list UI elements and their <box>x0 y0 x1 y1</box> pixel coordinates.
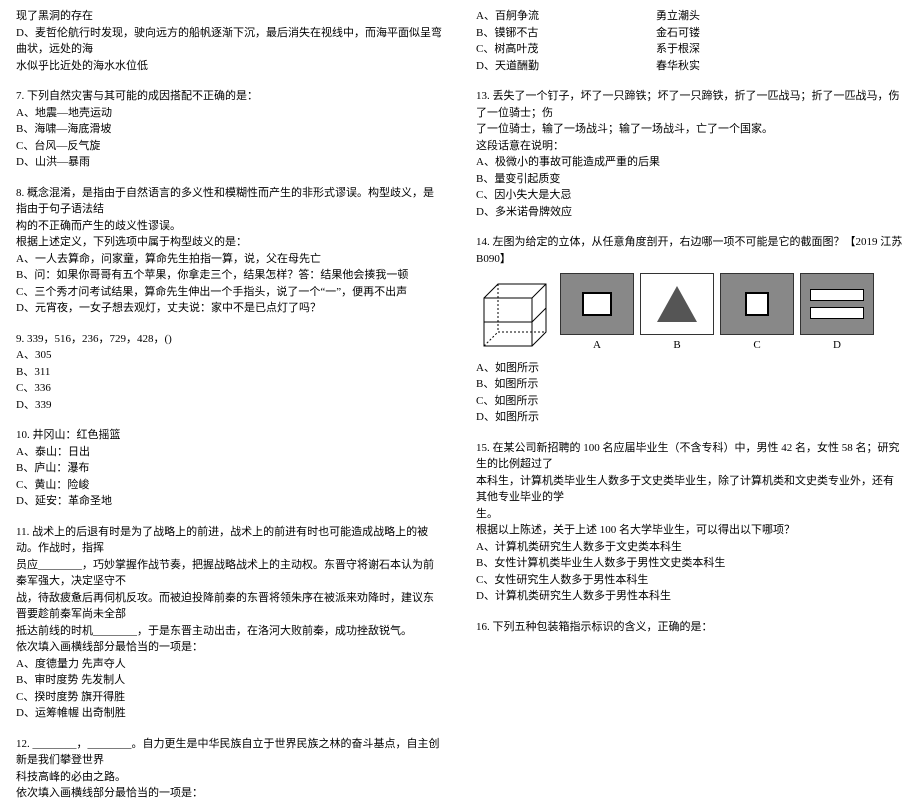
q12-options: A、百舸争流 勇立潮头 B、镆铘不古 金石可镂 C、树高叶茂 系于根深 D、天道… <box>476 8 904 74</box>
option: A、极微小的事故可能造成严重的后果 <box>476 154 904 171</box>
question-stem: 根据以上陈述，关于上述 100 名大学毕业生，可以得出以下哪项？ <box>476 522 904 539</box>
option: A、一人去算命，问家童，算命先生拍指一算，说，父在母先亡 <box>16 251 444 268</box>
option: B、镆铘不古 <box>476 25 656 42</box>
option: D、如图所示 <box>476 409 904 426</box>
option: 勇立潮头 <box>656 8 836 25</box>
q6-tail: 现了黑洞的存在 D、麦哲伦航行时发现，驶向远方的船帆逐渐下沉，最后消失在视线中，… <box>16 8 444 74</box>
option: 金石可镂 <box>656 25 836 42</box>
q7: 7. 下列自然灾害与其可能的成因搭配不正确的是： A、地震—地壳运动 B、海啸—… <box>16 88 444 171</box>
option: B、女性计算机类毕业生人数多于男性文史类本科生 <box>476 555 904 572</box>
figure-option-c: C <box>720 273 794 354</box>
q16: 16. 下列五种包装箱指示标识的含义，正确的是： <box>476 619 904 636</box>
question-stem: 本科生，计算机类毕业生人数多于文史类毕业生，除了计算机类和文史类专业外，还有其他… <box>476 473 904 506</box>
question-stem: 依次填入画横线部分最恰当的一项是： <box>16 639 444 656</box>
question-stem: 构的不正确而产生的歧义性谬误。 <box>16 218 444 235</box>
option: B、问：如果你哥哥有五个苹果，你拿走三个，结果怎样？答：结果他会揍我一顿 <box>16 267 444 284</box>
option: B、如图所示 <box>476 376 904 393</box>
option: C、因小失大是大忌 <box>476 187 904 204</box>
question-stem: 这段话意在说明： <box>476 138 904 155</box>
option: 春华秋实 <box>656 58 836 75</box>
q14: 14. 左图为给定的立体，从任意角度剖开，右边哪一项不可能是它的截面图？【201… <box>476 234 904 426</box>
question-stem: 14. 左图为给定的立体，从任意角度剖开，右边哪一项不可能是它的截面图？【201… <box>476 234 904 267</box>
option: D、339 <box>16 397 444 414</box>
option-row: A、百舸争流 勇立潮头 <box>476 8 904 25</box>
option-row: C、树高叶茂 系于根深 <box>476 41 904 58</box>
q15: 15. 在某公司新招聘的 100 名应届毕业生（不含专科）中，男性 42 名，女… <box>476 440 904 605</box>
figure-row: A B C D <box>476 273 904 354</box>
q9: 9. 339，516，236，729，428，() A、305 B、311 C、… <box>16 331 444 414</box>
question-stem: 了一位骑士，输了一场战斗；输了一场战斗，亡了一个国家。 <box>476 121 904 138</box>
right-column: A、百舸争流 勇立潮头 B、镆铘不古 金石可镂 C、树高叶茂 系于根深 D、天道… <box>460 0 920 651</box>
figure-stem <box>476 280 554 354</box>
question-stem: 根据上述定义，下列选项中属于构型歧义的是： <box>16 234 444 251</box>
question-stem: 16. 下列五种包装箱指示标识的含义，正确的是： <box>476 619 904 636</box>
question-stem: 12. ________，________。自力更生是中华民族自立于世界民族之林… <box>16 736 444 769</box>
option: C、黄山：险峻 <box>16 477 444 494</box>
option: D、多米诺骨牌效应 <box>476 204 904 221</box>
option: B、311 <box>16 364 444 381</box>
left-column: 现了黑洞的存在 D、麦哲伦航行时发现，驶向远方的船帆逐渐下沉，最后消失在视线中，… <box>0 0 460 651</box>
option: C、女性研究生人数多于男性本科生 <box>476 572 904 589</box>
question-stem: 依次填入画横线部分最恰当的一项是： <box>16 785 444 802</box>
text-line: D、麦哲伦航行时发现，驶向远方的船帆逐渐下沉，最后消失在视线中，而海平面似呈弯曲… <box>16 25 444 58</box>
question-stem: 8. 概念混淆，是指由于自然语言的多义性和模糊性而产生的非形式谬误。构型歧义，是… <box>16 185 444 218</box>
option: A、305 <box>16 347 444 364</box>
question-stem: 15. 在某公司新招聘的 100 名应届毕业生（不含专科）中，男性 42 名，女… <box>476 440 904 473</box>
question-stem: 生。 <box>476 506 904 523</box>
figure-option-b: B <box>640 273 714 354</box>
q10: 10. 井冈山：红色摇篮 A、泰山：日出 B、庐山：瀑布 C、黄山：险峻 D、延… <box>16 427 444 510</box>
q11: 11. 战术上的后退有时是为了战略上的前进，战术上的前进有时也可能造成战略上的被… <box>16 524 444 722</box>
question-stem: 员应________，巧妙掌握作战节奏，把握战略战术上的主动权。东晋守将谢石本认… <box>16 557 444 590</box>
option: D、运筹帷幄 出奇制胜 <box>16 705 444 722</box>
option: D、山洪—暴雨 <box>16 154 444 171</box>
option: C、如图所示 <box>476 393 904 410</box>
figure-label: A <box>560 337 634 354</box>
option: B、审时度势 先发制人 <box>16 672 444 689</box>
question-stem: 战，待敌疲惫后再伺机反攻。而被迫投降前秦的东晋将领朱序在被派来劝降时，建议东晋要… <box>16 590 444 623</box>
q13: 13. 丢失了一个钉子，坏了一只蹄铁；坏了一只蹄铁，折了一匹战马；折了一匹战马，… <box>476 88 904 220</box>
question-stem: 抵达前线的时机________，于是东晋主动出击，在洛河大败前秦，成功挫敌锐气。 <box>16 623 444 640</box>
option: B、量变引起质变 <box>476 171 904 188</box>
option: A、如图所示 <box>476 360 904 377</box>
option-row: B、镆铘不古 金石可镂 <box>476 25 904 42</box>
q8: 8. 概念混淆，是指由于自然语言的多义性和模糊性而产生的非形式谬误。构型歧义，是… <box>16 185 444 317</box>
option: C、336 <box>16 380 444 397</box>
question-stem: 10. 井冈山：红色摇篮 <box>16 427 444 444</box>
question-stem: 13. 丢失了一个钉子，坏了一只蹄铁；坏了一只蹄铁，折了一匹战马；折了一匹战马，… <box>476 88 904 121</box>
option: 系于根深 <box>656 41 836 58</box>
figure-label: D <box>800 337 874 354</box>
option: A、地震—地壳运动 <box>16 105 444 122</box>
question-stem: 科技高峰的必由之路。 <box>16 769 444 786</box>
option: D、天道酬勤 <box>476 58 656 75</box>
text-line: 水似乎比近处的海水水位低 <box>16 58 444 75</box>
option: D、延安：革命圣地 <box>16 493 444 510</box>
option-row: D、天道酬勤 春华秋实 <box>476 58 904 75</box>
question-stem: 11. 战术上的后退有时是为了战略上的前进，战术上的前进有时也可能造成战略上的被… <box>16 524 444 557</box>
option: D、元宵夜，一女子想去观灯，丈夫说：家中不是已点灯了吗？ <box>16 300 444 317</box>
figure-option-a: A <box>560 273 634 354</box>
option: C、揆时度势 旗开得胜 <box>16 689 444 706</box>
figure-label: C <box>720 337 794 354</box>
option: B、海啸—海底滑坡 <box>16 121 444 138</box>
option: D、计算机类研究生人数多于男性本科生 <box>476 588 904 605</box>
question-stem: 7. 下列自然灾害与其可能的成因搭配不正确的是： <box>16 88 444 105</box>
figure-option-d: D <box>800 273 874 354</box>
option: C、树高叶茂 <box>476 41 656 58</box>
option: A、度德量力 先声夺人 <box>16 656 444 673</box>
option: C、台风—反气旋 <box>16 138 444 155</box>
option: B、庐山：瀑布 <box>16 460 444 477</box>
option: A、计算机类研究生人数多于文史类本科生 <box>476 539 904 556</box>
option: A、泰山：日出 <box>16 444 444 461</box>
q12-stem: 12. ________，________。自力更生是中华民族自立于世界民族之林… <box>16 736 444 802</box>
option: A、百舸争流 <box>476 8 656 25</box>
question-stem: 9. 339，516，236，729，428，() <box>16 331 444 348</box>
figure-label: B <box>640 337 714 354</box>
text-line: 现了黑洞的存在 <box>16 8 444 25</box>
option: C、三个秀才问考试结果，算命先生伸出一个手指头，说了一个“一”，便再不出声 <box>16 284 444 301</box>
